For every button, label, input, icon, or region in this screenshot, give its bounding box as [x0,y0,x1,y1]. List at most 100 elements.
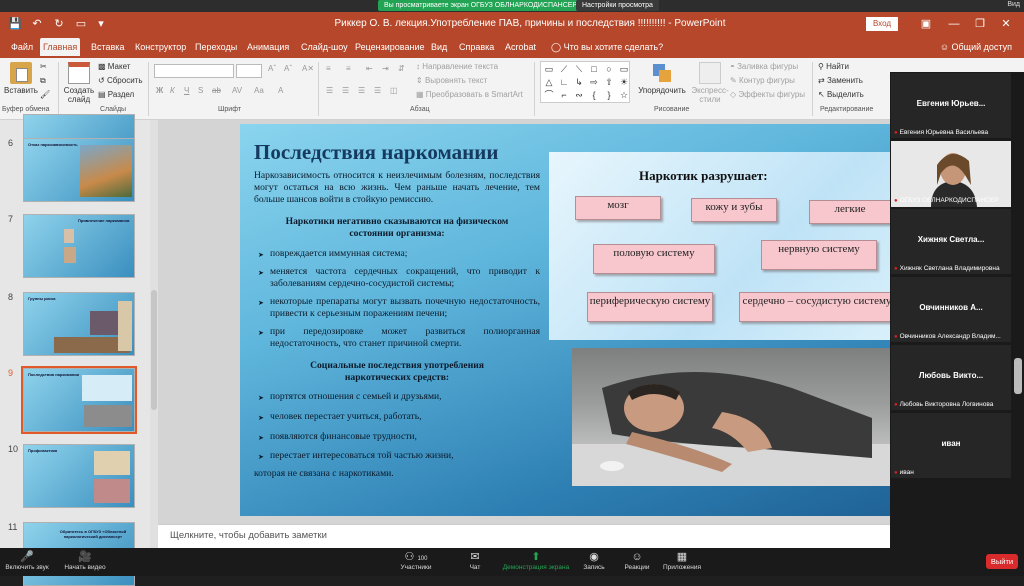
physical-item-1[interactable]: повреждается иммунная система; [270,248,540,260]
record-button[interactable]: ◉ Запись [578,550,610,571]
organ-nervous[interactable]: нервную систему [761,240,877,270]
minimize-button[interactable]: — [940,15,968,33]
intro-text[interactable]: Наркозависимость относится к неизлечимым… [254,170,540,206]
slide-thumbnail-6[interactable]: Отказ наркозависимость [23,138,135,202]
shape-gallery[interactable]: ▭ ⟋ ⟍ □ ○ ▭ △ ∟ ↳ ⇨ ⇧ ☀ ⌒ ⌐ ∾ { } ☆ [540,61,630,103]
line-spacing-icon[interactable]: ⇵ [398,64,405,73]
tab-file[interactable]: Файл [8,40,36,58]
rectangle-shape-icon[interactable]: □ [587,63,601,76]
slide-thumbnail-9[interactable]: Последствия наркомании [21,366,137,434]
organ-reproductive[interactable]: половую систему [593,244,715,274]
format-painter-icon[interactable]: 🖌 [40,90,50,99]
participant-tile[interactable]: Евгения Юрьев... ● Евгения Юрьевна Василь… [890,72,1012,139]
gallery-scrollbar[interactable] [1014,358,1022,394]
smartart-button[interactable]: ▦ Преобразовать в SmartArt [416,90,523,99]
change-case-button[interactable]: Aa [254,86,264,95]
shape-outline-button[interactable]: ✎ Контур фигуры [730,76,795,85]
bold-button[interactable]: Ж [156,86,163,95]
unmute-button[interactable]: 🎤 Включить звук [4,550,50,571]
textbox-shape-icon[interactable]: ▭ [542,63,556,76]
grow-font-icon[interactable]: Aˆ [268,64,276,73]
social-item-3[interactable]: появляются финансовые трудности, [270,431,540,443]
redo-icon[interactable]: ↻ [52,17,66,31]
layout-button[interactable]: ▩ Макет [98,62,130,71]
social-item-4[interactable]: перестает интересоваться той частью жизн… [270,450,540,462]
increase-indent-icon[interactable]: ⇥ [382,64,389,73]
shadow-button[interactable]: S [198,86,203,95]
char-spacing-button[interactable]: AV [232,86,242,95]
tab-help[interactable]: Справка [456,40,497,58]
select-button[interactable]: ↖ Выделить [818,90,864,99]
connector-shape-icon[interactable]: ↳ [572,76,586,89]
columns-icon[interactable]: ◫ [390,86,398,95]
organ-cardiovascular[interactable]: сердечно – сосудистую систему [739,292,895,322]
rectangle-shape-icon[interactable]: ▭ [617,63,631,76]
oval-shape-icon[interactable]: ○ [602,63,616,76]
copy-icon[interactable]: ⧉ [40,76,46,86]
chat-button[interactable]: ✉ Чат [460,550,490,571]
tab-acrobat[interactable]: Acrobat [502,40,539,58]
undo-icon[interactable]: ↶ [30,17,44,31]
callout-shape-icon[interactable]: ☀ [617,76,631,89]
man-lying-photo[interactable] [572,348,890,486]
slide-thumbnail-10[interactable]: Профилактика [23,444,135,508]
replace-button[interactable]: ⇄ Заменить [818,76,863,85]
section-button[interactable]: ▤ Раздел [98,90,134,99]
organ-brain[interactable]: мозг [575,196,661,220]
text-direction-button[interactable]: ↕ Направление текста [416,62,498,71]
participants-button[interactable]: ⚇ 100 Участники [394,550,438,571]
login-button[interactable]: Вход [866,17,898,31]
clear-format-icon[interactable]: A✕ [302,64,314,73]
apps-button[interactable]: ▦ Приложения [660,550,704,571]
arrow-shape-icon[interactable]: ⇧ [602,76,616,89]
start-video-button[interactable]: 🎥 Начать видео [60,550,110,571]
organ-peripheral[interactable]: периферическую систему [587,292,713,322]
view-options-button[interactable]: Настройки просмотра [576,0,659,11]
align-text-button[interactable]: ⇕ Выровнять текст [416,76,487,85]
tab-slideshow[interactable]: Слайд-шоу [298,40,351,58]
participant-tile[interactable]: Любовь Викто... ● Любовь Викторовна Логви… [890,344,1012,411]
close-button[interactable]: ✕ [992,15,1020,33]
brace-shape-icon[interactable]: { [587,89,601,102]
cut-icon[interactable]: ✂ [40,62,47,71]
slide-title[interactable]: Последствия наркомании [254,140,498,165]
shape-effects-button[interactable]: ◇ Эффекты фигуры [730,90,805,99]
drug-effects-panel[interactable]: Наркотик разрушает: мозг кожу и зубы лег… [549,152,895,340]
participant-tile-video[interactable]: ● ОГБУЗ ОБЛНАРКОДИСПАНСЕР [890,140,1012,207]
paste-button[interactable]: Вставить [4,62,38,95]
reactions-button[interactable]: ☺ Реакции [620,550,654,571]
physical-item-2[interactable]: меняется частота сердечных сокращений, ч… [270,266,540,290]
tab-home[interactable]: Главная [40,38,81,56]
shape-fill-button[interactable]: ◓ Заливка фигуры [730,62,798,71]
drug-heading[interactable]: Наркотик разрушает: [639,168,768,184]
physical-heading[interactable]: Наркотики негативно сказываются на физич… [280,216,514,240]
new-slide-button[interactable]: Создать слайд [62,62,96,104]
customize-quick-access-icon[interactable]: ▾ [94,17,108,31]
reset-button[interactable]: ↺ Сбросить [98,76,143,85]
social-tail[interactable]: которая не связана с наркотиками. [254,468,524,480]
arrange-button[interactable]: Упорядочить [634,62,690,95]
curve-shape-icon[interactable]: ⌐ [557,89,571,102]
share-button[interactable]: ☺ Общий доступ [940,42,1012,52]
justify-icon[interactable]: ☰ [374,86,381,95]
quick-styles-button[interactable]: Экспресс-стили [690,62,730,104]
arrow-shape-icon[interactable]: ⇨ [587,76,601,89]
ribbon-display-icon[interactable]: ▣ [912,15,940,33]
curve-shape-icon[interactable]: ∾ [572,89,586,102]
shrink-font-icon[interactable]: Aˇ [284,64,292,73]
tab-design[interactable]: Конструктор [132,40,189,58]
participant-tile[interactable]: Хижняк Светла... ● Хижняк Светлана Владим… [890,208,1012,275]
view-menu-button[interactable]: Вид [1007,1,1020,8]
participant-tile[interactable]: Овчинников А... ● Овчинников Александр Вл… [890,276,1012,343]
scrollbar-thumb[interactable] [151,290,157,410]
organ-lungs[interactable]: легкие [809,200,891,224]
line-shape-icon[interactable]: ⟍ [572,63,586,76]
physical-item-3[interactable]: некоторые препараты могут вызвать почечн… [270,296,540,320]
font-size-field[interactable] [236,64,262,78]
tab-view[interactable]: Вид [428,40,450,58]
tab-animation[interactable]: Анимация [244,40,292,58]
bullets-icon[interactable]: ≡ [326,64,331,73]
font-color-icon[interactable]: A [278,86,283,95]
line-shape-icon[interactable]: ⟋ [557,63,571,76]
find-button[interactable]: ⚲ Найти [818,62,849,71]
